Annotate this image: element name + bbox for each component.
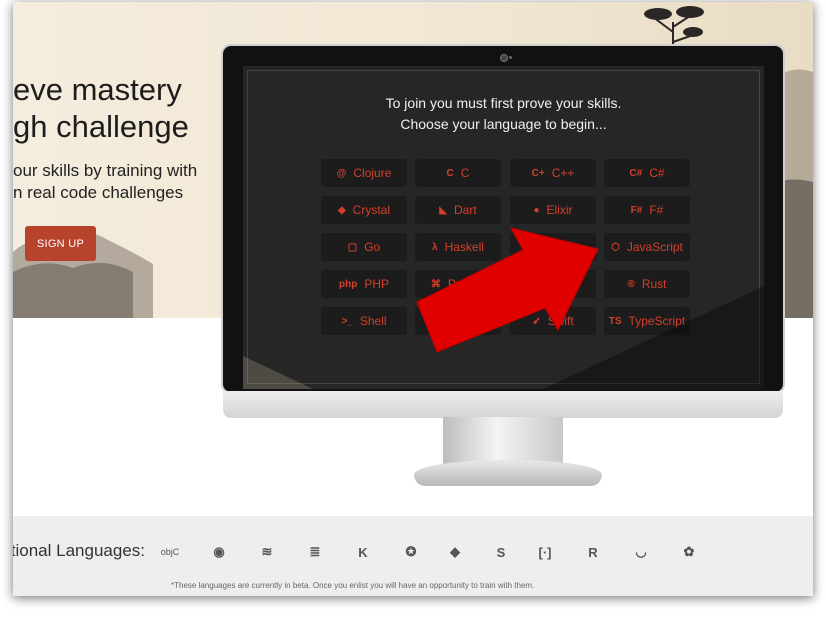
red-arrow-icon: [416, 227, 599, 353]
page: eve mastery gh challenge our skills by t…: [13, 2, 813, 596]
screenshot-frame: eve mastery gh challenge our skills by t…: [0, 0, 826, 621]
